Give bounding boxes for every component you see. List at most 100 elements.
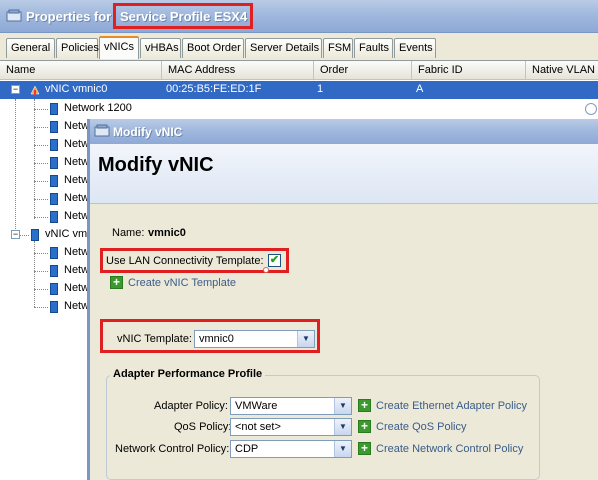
adapter-performance-profile-title: Adapter Performance Profile bbox=[110, 368, 266, 380]
row-network-name: Netw bbox=[64, 192, 90, 204]
table-row-vnic-vmnic0[interactable]: − vNIC vmnic0 00:25:B5:FE:ED:1F 1 A bbox=[0, 81, 598, 99]
vnic-icon bbox=[30, 85, 40, 95]
create-ethernet-adapter-policy-link[interactable]: Create Ethernet Adapter Policy bbox=[376, 400, 527, 412]
dialog-heading: Modify vNIC bbox=[98, 154, 214, 176]
tree-connector bbox=[34, 109, 48, 110]
tooltip-marker-icon bbox=[263, 267, 269, 273]
create-vnic-template-link[interactable]: Create vNIC Template bbox=[128, 277, 236, 289]
network-icon bbox=[50, 193, 58, 205]
tree-connector bbox=[34, 307, 48, 308]
use-template-label: Use LAN Connectivity Template: bbox=[106, 255, 264, 267]
row-network-name: Netw bbox=[64, 264, 90, 276]
chevron-down-icon[interactable]: ▼ bbox=[334, 419, 351, 435]
tree-connector bbox=[34, 127, 48, 128]
create-ethernet-adapter-policy-icon[interactable]: + bbox=[358, 399, 371, 412]
row-network-name: Network 1200 bbox=[64, 102, 132, 114]
column-fabric-id[interactable]: Fabric ID bbox=[412, 61, 526, 80]
network-icon bbox=[50, 283, 58, 295]
qos-policy-value: <not set> bbox=[235, 421, 281, 433]
row-order: 1 bbox=[317, 83, 324, 95]
tree-connector bbox=[34, 145, 48, 146]
chevron-down-icon[interactable]: ▼ bbox=[334, 441, 351, 457]
name-label: Name: bbox=[112, 227, 145, 239]
row-name: vNIC vm bbox=[45, 228, 88, 240]
use-template-checkbox[interactable]: ✔ bbox=[268, 254, 281, 267]
row-network-name: Netw bbox=[64, 120, 90, 132]
network-icon bbox=[50, 247, 58, 259]
create-network-control-policy-icon[interactable]: + bbox=[358, 442, 371, 455]
tab-events[interactable]: Events bbox=[394, 38, 436, 58]
row-name: vNIC vmnic0 bbox=[45, 83, 108, 95]
vnic-icon bbox=[31, 229, 39, 241]
tab-vnics[interactable]: vNICs bbox=[99, 36, 139, 59]
network-icon bbox=[50, 301, 58, 313]
column-order[interactable]: Order bbox=[314, 61, 412, 80]
create-vnic-template-icon[interactable]: + bbox=[110, 276, 123, 289]
tree-connector bbox=[34, 163, 48, 164]
column-native-vlan[interactable]: Native VLAN bbox=[526, 61, 598, 80]
row-network-name: Netw bbox=[64, 300, 90, 312]
table-row[interactable]: Network 1200 bbox=[0, 100, 598, 118]
create-qos-policy-link[interactable]: Create QoS Policy bbox=[376, 421, 466, 433]
row-network-name: Netw bbox=[64, 174, 90, 186]
network-icon bbox=[50, 157, 58, 169]
chevron-down-icon[interactable]: ▼ bbox=[297, 331, 314, 347]
tab-bar: General Policies vNICs vHBAs Boot Order … bbox=[0, 34, 598, 60]
dialog-app-icon bbox=[94, 124, 110, 137]
network-icon bbox=[50, 211, 58, 223]
collapse-icon[interactable]: − bbox=[11, 230, 20, 239]
row-fabric-id: A bbox=[416, 83, 424, 95]
network-icon bbox=[50, 265, 58, 277]
create-network-control-policy-link[interactable]: Create Network Control Policy bbox=[376, 443, 523, 455]
adapter-policy-value: VMWare bbox=[235, 400, 278, 412]
dialog-title-bar: Modify vNIC bbox=[90, 119, 598, 144]
vnic-template-value: vmnic0 bbox=[199, 333, 234, 345]
window-title-name: Service Profile ESX4 bbox=[120, 9, 248, 24]
tree-connector bbox=[34, 253, 48, 254]
column-mac-address[interactable]: MAC Address bbox=[162, 61, 314, 80]
adapter-policy-label: Adapter Policy: bbox=[154, 400, 228, 412]
network-icon bbox=[50, 139, 58, 151]
row-mac-address: 00:25:B5:FE:ED:1F bbox=[166, 83, 262, 95]
tree-connector bbox=[20, 235, 29, 236]
tab-fsm[interactable]: FSM bbox=[323, 38, 353, 58]
network-control-policy-value: CDP bbox=[235, 443, 259, 455]
column-name[interactable]: Name bbox=[0, 61, 162, 80]
network-icon bbox=[50, 103, 58, 115]
vnic-template-label: vNIC Template: bbox=[117, 333, 192, 345]
tab-boot-order[interactable]: Boot Order bbox=[182, 38, 244, 58]
tab-general[interactable]: General bbox=[6, 38, 55, 58]
tab-policies[interactable]: Policies bbox=[56, 38, 99, 58]
tab-faults[interactable]: Faults bbox=[354, 38, 393, 58]
qos-policy-label: QoS Policy: bbox=[174, 421, 232, 433]
dialog-title: Modify vNIC bbox=[113, 125, 183, 139]
create-qos-policy-icon[interactable]: + bbox=[358, 420, 371, 433]
row-network-name: Netw bbox=[64, 210, 90, 222]
network-icon bbox=[50, 175, 58, 187]
window-title-bar: Properties for Service Profile ESX4 bbox=[0, 0, 598, 33]
collapse-icon[interactable]: − bbox=[11, 85, 20, 94]
table-header: Name MAC Address Order Fabric ID Native … bbox=[0, 61, 598, 80]
adapter-policy-select[interactable]: VMWare ▼ bbox=[230, 397, 352, 415]
tree-connector bbox=[34, 181, 48, 182]
tab-vhbas[interactable]: vHBAs bbox=[140, 38, 181, 58]
dialog-body: Name: vmnic0 Use LAN Connectivity Templa… bbox=[90, 205, 598, 480]
tab-server-details[interactable]: Server Details bbox=[245, 38, 322, 58]
row-network-name: Netw bbox=[64, 282, 90, 294]
row-network-name: Netw bbox=[64, 246, 90, 258]
properties-icon bbox=[6, 9, 22, 22]
tree-connector bbox=[34, 289, 48, 290]
chevron-down-icon[interactable]: ▼ bbox=[334, 398, 351, 414]
vnic-template-select[interactable]: vmnic0 ▼ bbox=[194, 330, 315, 348]
tree-connector bbox=[34, 199, 48, 200]
row-network-name: Netw bbox=[64, 156, 90, 168]
network-control-policy-select[interactable]: CDP ▼ bbox=[230, 440, 352, 458]
row-network-name: Netw bbox=[64, 138, 90, 150]
network-control-policy-label: Network Control Policy: bbox=[115, 443, 230, 455]
dialog-header: Modify vNIC bbox=[90, 144, 598, 204]
tree-connector bbox=[34, 217, 48, 218]
name-value: vmnic0 bbox=[148, 227, 186, 239]
row-radio-button[interactable] bbox=[585, 103, 597, 115]
network-icon bbox=[50, 121, 58, 133]
qos-policy-select[interactable]: <not set> ▼ bbox=[230, 418, 352, 436]
